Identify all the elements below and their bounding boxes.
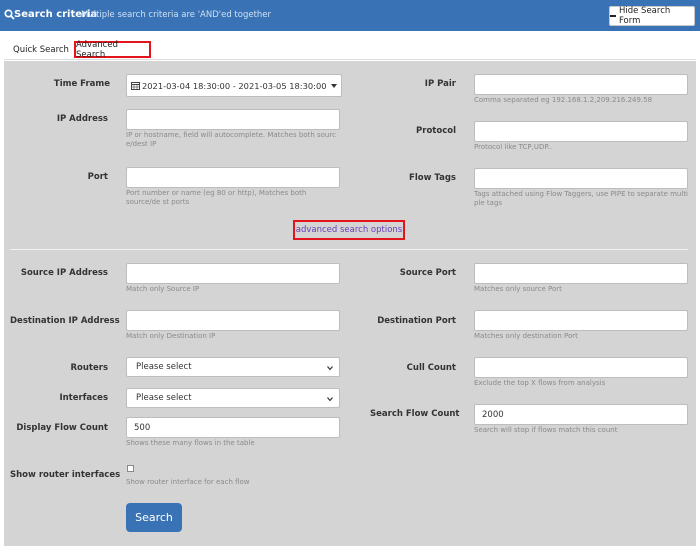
advanced-search-options-link[interactable]: advanced search options bbox=[293, 220, 405, 240]
chevron-down-icon bbox=[327, 366, 333, 371]
port-input[interactable] bbox=[126, 167, 340, 188]
time-frame-label: Time Frame bbox=[53, 79, 110, 89]
display-flow-count-help: Shows these many flows in the table bbox=[126, 439, 255, 447]
search-flow-count-label: Search Flow Count bbox=[370, 409, 460, 419]
display-flow-count-label: Display Flow Count bbox=[16, 423, 108, 433]
caret-down-icon bbox=[330, 83, 337, 88]
destination-ip-help: Match only Destination IP bbox=[126, 332, 216, 340]
show-router-interfaces-help: Show router interface for each flow bbox=[126, 478, 250, 486]
time-frame-picker[interactable]: 2021-03-04 18:30:00 - 2021-03-05 18:30:0… bbox=[126, 74, 342, 97]
display-flow-count-input[interactable]: 500 bbox=[126, 417, 340, 438]
ip-address-input[interactable] bbox=[126, 109, 340, 130]
source-ip-input[interactable] bbox=[126, 263, 340, 284]
destination-port-help: Matches only destination Port bbox=[474, 332, 578, 340]
protocol-label: Protocol bbox=[416, 126, 456, 136]
section-divider bbox=[10, 249, 688, 250]
tab-advanced-search[interactable]: Advanced Search bbox=[74, 40, 151, 60]
search-flow-count-help: Search will stop if flows match this cou… bbox=[474, 426, 618, 434]
cull-count-input[interactable] bbox=[474, 357, 688, 378]
source-ip-label: Source IP Address bbox=[20, 268, 108, 278]
hide-search-form-button[interactable]: Hide Search Form bbox=[609, 6, 695, 26]
time-frame-value: 2021-03-04 18:30:00 - 2021-03-05 18:30:0… bbox=[142, 80, 327, 91]
search-flow-count-input[interactable]: 2000 bbox=[474, 404, 688, 425]
cull-count-help: Exclude the top X flows from analysis bbox=[474, 379, 606, 387]
source-port-label: Source Port bbox=[399, 268, 456, 278]
interfaces-label: Interfaces bbox=[59, 393, 108, 403]
destination-port-label: Destination Port bbox=[377, 316, 456, 326]
show-router-interfaces-checkbox[interactable] bbox=[127, 465, 134, 472]
minus-icon bbox=[610, 15, 616, 17]
chevron-down-icon bbox=[327, 397, 333, 402]
show-router-interfaces-label: Show router interfaces bbox=[10, 470, 121, 480]
source-port-help: Matches only source Port bbox=[474, 285, 562, 293]
hide-search-form-label: Hide Search Form bbox=[618, 6, 671, 26]
ip-address-help: IP or hostname, field will autocomplete.… bbox=[126, 131, 336, 148]
destination-ip-label: Destination IP Address bbox=[10, 316, 120, 326]
protocol-input[interactable] bbox=[474, 121, 688, 142]
destination-port-input[interactable] bbox=[474, 310, 688, 331]
protocol-help: Protocol like TCP,UDP.. bbox=[474, 143, 552, 151]
routers-value: Please select bbox=[136, 362, 192, 372]
ip-address-label: IP Address bbox=[56, 114, 108, 124]
source-port-input[interactable] bbox=[474, 263, 688, 284]
search-flow-count-value: 2000 bbox=[482, 409, 504, 420]
ip-pair-input[interactable] bbox=[474, 74, 688, 95]
header-subtitle: Multiple search criteria are 'AND'ed tog… bbox=[81, 10, 272, 20]
port-label: Port bbox=[87, 172, 108, 182]
tab-divider bbox=[4, 59, 696, 60]
source-ip-help: Match only Source IP bbox=[126, 285, 200, 293]
cull-count-label: Cull Count bbox=[406, 363, 456, 373]
tab-quick-search[interactable]: Quick Search bbox=[13, 41, 69, 58]
interfaces-value: Please select bbox=[136, 393, 192, 403]
ip-pair-help: Comma separated eg 192.168.1.2,209.216.2… bbox=[474, 96, 653, 104]
search-criteria-header: Search criteria Multiple search criteria… bbox=[0, 0, 700, 31]
search-button[interactable]: Search bbox=[126, 503, 182, 532]
ip-pair-label: IP Pair bbox=[424, 79, 456, 89]
flow-tags-input[interactable] bbox=[474, 168, 688, 189]
flow-tags-help: Tags attached using Flow Taggers, use PI… bbox=[474, 190, 689, 207]
display-flow-count-value: 500 bbox=[134, 422, 151, 433]
routers-label: Routers bbox=[70, 363, 108, 373]
port-help: Port number or name (eg 80 or http), Mat… bbox=[126, 189, 307, 206]
interfaces-select[interactable]: Please select bbox=[126, 388, 340, 408]
destination-ip-input[interactable] bbox=[126, 310, 340, 331]
routers-select[interactable]: Please select bbox=[126, 357, 340, 377]
calendar-icon bbox=[131, 82, 140, 90]
flow-tags-label: Flow Tags bbox=[409, 173, 456, 183]
